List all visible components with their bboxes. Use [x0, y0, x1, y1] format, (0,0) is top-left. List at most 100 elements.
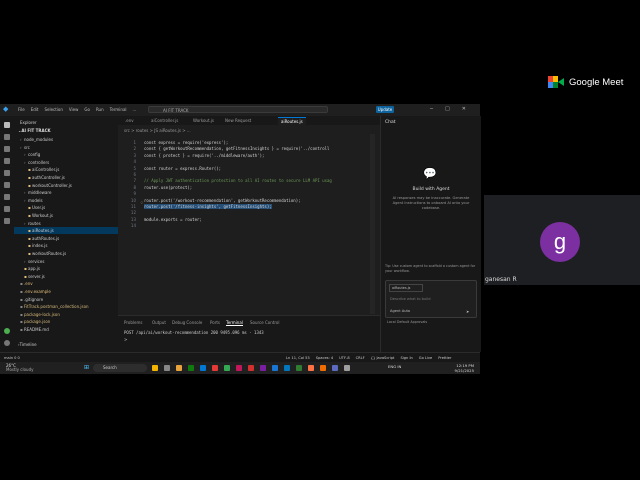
- command-search-input[interactable]: AI FIT TRACK: [148, 106, 328, 113]
- chrome-icon[interactable]: [224, 365, 230, 371]
- editor-tab[interactable]: New Request: [222, 117, 254, 125]
- tree-folder[interactable]: › config: [14, 151, 118, 158]
- tree-file[interactable]: ▪Workout.js: [14, 212, 118, 219]
- tree-file[interactable]: ▪index.js: [14, 242, 118, 249]
- taskbar-clock[interactable]: 12:19 PM 9/21/2025: [446, 363, 474, 373]
- menu-item[interactable]: Selection: [44, 107, 62, 112]
- menu-item[interactable]: Edit: [31, 107, 39, 112]
- editor-tab[interactable]: aiController.js: [148, 117, 181, 125]
- status-item[interactable]: Sign In: [400, 356, 412, 360]
- tree-folder[interactable]: › src: [14, 144, 118, 151]
- timeline-section[interactable]: ›Timeline: [18, 342, 37, 347]
- tree-file[interactable]: ▪workoutController.js: [14, 182, 118, 189]
- terminal-prompt[interactable]: >: [124, 337, 127, 342]
- chat-input-box[interactable]: aiRoutes.js Describe what to build Agent…: [385, 280, 477, 318]
- menu-item[interactable]: Terminal: [110, 107, 127, 112]
- app-red-icon[interactable]: [212, 365, 218, 371]
- menu-item[interactable]: Run: [96, 107, 104, 112]
- tree-file[interactable]: ▪workoutRoutes.js: [14, 250, 118, 257]
- status-item[interactable]: Spaces: 4: [316, 356, 333, 360]
- minimize-icon[interactable]: ─: [430, 106, 433, 112]
- code-editor[interactable]: 1 const express = require('express'); 2 con…: [118, 125, 380, 315]
- tree-file[interactable]: ▪.env: [14, 280, 118, 287]
- menu-item[interactable]: Go: [84, 107, 90, 112]
- agent-mode-select[interactable]: Agent Auto: [390, 309, 410, 313]
- menu-item[interactable]: ...: [133, 107, 137, 112]
- extensions-icon[interactable]: [4, 170, 10, 176]
- app-indigo-icon[interactable]: [332, 365, 338, 371]
- tree-folder[interactable]: › services: [14, 258, 118, 265]
- close-icon[interactable]: ✕: [462, 106, 466, 112]
- menu-item[interactable]: File: [18, 107, 25, 112]
- app-pink-icon[interactable]: [236, 365, 242, 371]
- update-button[interactable]: Update: [376, 106, 394, 113]
- status-item[interactable]: Go Live: [419, 356, 432, 360]
- status-item[interactable]: {} JavaScript: [371, 356, 395, 360]
- tree-file[interactable]: ▪aiRoutes.js: [14, 227, 118, 235]
- app-purple-icon[interactable]: [260, 365, 266, 371]
- app-orange-icon[interactable]: [320, 365, 326, 371]
- panel-tab[interactable]: Debug Console: [172, 320, 202, 325]
- tree-file[interactable]: ▪package.json: [14, 318, 118, 325]
- app-wps-icon[interactable]: [248, 365, 254, 371]
- explorer-root[interactable]: ⌄AI FIT TRACK: [18, 128, 51, 133]
- editor-tab[interactable]: .env: [122, 117, 137, 125]
- system-tray[interactable]: ENG IN: [388, 364, 401, 369]
- tree-file[interactable]: ▪app.js: [14, 265, 118, 272]
- panel-tab[interactable]: Ports: [210, 320, 220, 325]
- task-view-icon[interactable]: [164, 365, 170, 371]
- tree-file[interactable]: ▪server.js: [14, 273, 118, 280]
- panel-tab[interactable]: Problems: [124, 320, 142, 325]
- windows-start-icon[interactable]: ⊞: [84, 365, 90, 371]
- tree-file[interactable]: ▪authController.js: [14, 174, 118, 181]
- testing-icon[interactable]: [4, 182, 10, 188]
- tree-file[interactable]: ▪.gitignore: [14, 296, 118, 303]
- panel-tab[interactable]: Terminal: [226, 320, 243, 326]
- run-debug-icon[interactable]: [4, 158, 10, 164]
- source-control-icon[interactable]: [4, 146, 10, 152]
- edge-icon[interactable]: [200, 365, 206, 371]
- editor-scrollbar[interactable]: [370, 134, 375, 314]
- database-icon[interactable]: [4, 218, 10, 224]
- account-icon[interactable]: [4, 328, 10, 334]
- status-item[interactable]: CRLF: [356, 356, 365, 360]
- tree-folder[interactable]: › controllers: [14, 159, 118, 166]
- tree-file[interactable]: ▪User.js: [14, 204, 118, 211]
- tree-file[interactable]: ▪.env.example: [14, 288, 118, 295]
- app-blue-icon[interactable]: [272, 365, 278, 371]
- tree-file[interactable]: ▪package-lock.json: [14, 311, 118, 318]
- app-green-icon[interactable]: [296, 365, 302, 371]
- docker-icon[interactable]: [4, 206, 10, 212]
- panel-tab[interactable]: Output: [152, 320, 166, 325]
- send-icon[interactable]: ➤: [466, 309, 469, 314]
- maximize-icon[interactable]: □: [445, 106, 450, 112]
- status-item[interactable]: UTF-8: [339, 356, 349, 360]
- chat-input-placeholder[interactable]: Describe what to build: [390, 297, 431, 301]
- app-grey-icon[interactable]: [344, 365, 350, 371]
- status-branch[interactable]: main 0 0: [4, 356, 20, 360]
- tree-folder[interactable]: › node_modules: [14, 136, 118, 143]
- weather-widget[interactable]: 26°C Mostly cloudy: [6, 364, 34, 372]
- explorer-icon[interactable]: [4, 122, 10, 128]
- attached-file-chip[interactable]: aiRoutes.js: [389, 284, 423, 292]
- panel-tab[interactable]: Source Control: [250, 320, 279, 325]
- settings-gear-icon[interactable]: [4, 340, 10, 346]
- tree-folder[interactable]: › middleware: [14, 189, 118, 196]
- search-icon[interactable]: [4, 134, 10, 140]
- tree-folder[interactable]: › routes: [14, 220, 118, 227]
- tree-file[interactable]: ▪authRoutes.js: [14, 235, 118, 242]
- status-item[interactable]: Ln 11, Col 53: [286, 356, 310, 360]
- xbox-icon[interactable]: [188, 365, 194, 371]
- tree-file[interactable]: ▪aiController.js: [14, 166, 118, 173]
- remote-explorer-icon[interactable]: [4, 194, 10, 200]
- vscode-taskbar-icon[interactable]: [284, 365, 290, 371]
- tree-file[interactable]: ▪FitTrack.postman_collection.json: [14, 303, 118, 310]
- editor-tab[interactable]: Workout.js: [190, 117, 217, 125]
- menu-item[interactable]: View: [69, 107, 79, 112]
- folder-icon[interactable]: [176, 365, 182, 371]
- postman-icon[interactable]: [308, 365, 314, 371]
- lightbulb-icon[interactable]: ♢: [140, 200, 144, 205]
- file-explorer-icon[interactable]: [152, 365, 158, 371]
- taskbar-search[interactable]: Search: [93, 364, 147, 372]
- status-item[interactable]: Prettier: [438, 356, 451, 360]
